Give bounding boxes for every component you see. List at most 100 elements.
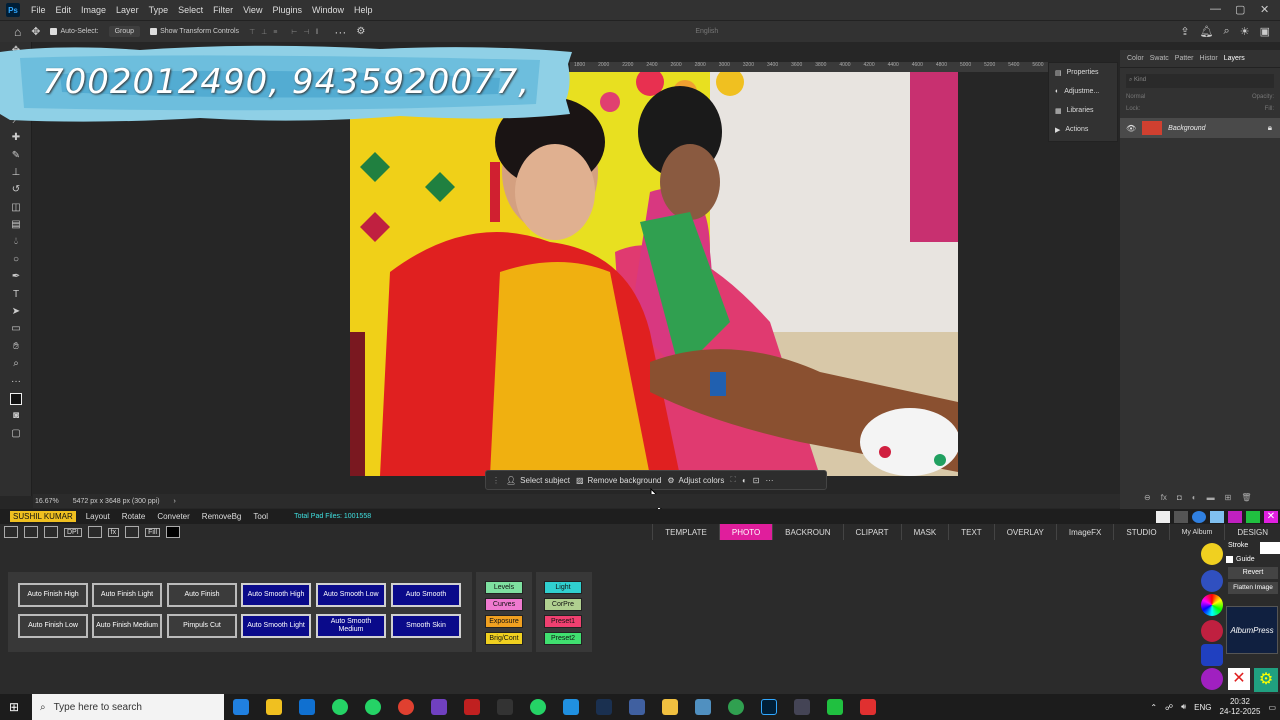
brush-circle-icon[interactable] — [1201, 668, 1223, 690]
tab-patterns[interactable]: Patter — [1172, 52, 1197, 65]
chevron-up-icon[interactable]: ⌃ — [1150, 703, 1157, 712]
auto-finish-light-button[interactable]: Auto Finish Light — [92, 583, 162, 607]
save-icon[interactable] — [125, 526, 140, 538]
mask-icon[interactable]: ⊡ — [753, 476, 760, 485]
blend-mode-dropdown[interactable]: Normal — [1126, 94, 1145, 100]
adjust-colors-button[interactable]: ⚙ Adjust colors — [667, 476, 724, 485]
drag-handle-icon[interactable]: ⋮ — [492, 476, 500, 485]
gear-icon[interactable]: ⚙ — [356, 26, 365, 37]
plugin-menu-layout[interactable]: Layout — [86, 512, 110, 521]
menu-plugins[interactable]: Plugins — [267, 5, 307, 15]
tab-layers[interactable]: Layers — [1221, 52, 1248, 65]
remove-background-button[interactable]: ▨ Remove background — [576, 476, 661, 485]
dodge-tool-icon[interactable]: ○ — [0, 251, 32, 268]
media-encoder-icon[interactable] — [496, 699, 513, 715]
auto-finish-low-button[interactable]: Auto Finish Low — [18, 614, 88, 638]
plugin-menu-converter[interactable]: Conveter — [157, 512, 189, 521]
guide-checkbox[interactable] — [1226, 556, 1233, 563]
crop-icon[interactable] — [87, 526, 102, 538]
close-x-icon[interactable]: ✕ — [1228, 668, 1250, 690]
home-icon[interactable]: ⌂ — [14, 25, 21, 39]
flatten-image-button[interactable]: Flatten Image — [1228, 582, 1278, 594]
chrome-icon[interactable] — [397, 699, 414, 715]
more-icon[interactable]: ··· — [765, 476, 773, 485]
close-icon[interactable]: ✕ — [1260, 3, 1269, 16]
store-icon[interactable] — [265, 699, 282, 715]
auto-select-checkbox[interactable]: Auto-Select: — [50, 28, 99, 35]
move-tool-icon[interactable]: ✥ — [31, 25, 40, 38]
chrome-profile-icon[interactable] — [727, 699, 744, 715]
levels-button[interactable]: Levels — [485, 581, 523, 594]
properties-panel-button[interactable]: ▤ Properties — [1049, 63, 1117, 82]
preset1-button[interactable]: Preset1 — [544, 615, 582, 628]
kind-filter[interactable]: ⌕ Kind — [1126, 74, 1274, 88]
windows-start-icon[interactable]: ⊞ — [9, 700, 19, 714]
red-app-icon[interactable] — [859, 699, 876, 715]
grid-tool-icon[interactable] — [4, 526, 18, 538]
book-icon[interactable] — [1156, 510, 1170, 523]
show-transform-checkbox[interactable]: Show Transform Controls — [150, 28, 239, 35]
maximize-icon[interactable]: ▢ — [1235, 3, 1245, 16]
tab-design[interactable]: DESIGN — [1224, 524, 1280, 540]
menu-file[interactable]: File — [26, 5, 51, 15]
language-indicator[interactable]: ENG — [1194, 703, 1211, 712]
bell-icon[interactable]: 🔔︎ — [1200, 25, 1214, 38]
remote-desktop-icon[interactable] — [628, 699, 645, 715]
libraries-panel-button[interactable]: ▦ Libraries — [1049, 101, 1117, 120]
settings-gear-icon[interactable]: ⚙ — [1254, 668, 1278, 692]
notification-icon[interactable]: ▭ — [1268, 703, 1276, 712]
auto-finish-high-button[interactable]: Auto Finish High — [18, 583, 88, 607]
tab-swatches[interactable]: Swatc — [1147, 52, 1172, 65]
align-icons[interactable]: ⊤⊥≡ ⊢⊣‖ — [249, 28, 324, 36]
auto-smooth-high-button[interactable]: Auto Smooth High — [241, 583, 311, 607]
tab-studio[interactable]: STUDIO — [1113, 524, 1168, 540]
history-brush-icon[interactable]: ↺ — [0, 181, 32, 198]
square-icon[interactable] — [1228, 510, 1242, 523]
vscode-icon[interactable] — [562, 699, 579, 715]
folder-icon[interactable]: ▬ — [1207, 493, 1215, 502]
layers-icon[interactable] — [44, 526, 58, 538]
healing-tool-icon[interactable]: ✚ — [0, 129, 32, 146]
share-icon[interactable]: ⇪ — [1180, 25, 1189, 38]
menu-help[interactable]: Help — [349, 5, 378, 15]
curves-button[interactable]: Curves — [485, 598, 523, 611]
outlook-icon[interactable] — [298, 699, 315, 715]
select-subject-button[interactable]: 👤︎ Select subject — [506, 476, 570, 485]
green-app-icon[interactable] — [826, 699, 843, 715]
star-icon[interactable] — [1201, 644, 1223, 666]
taskbar-search[interactable]: ⌕ Type here to search — [32, 694, 224, 720]
menu-view[interactable]: View — [238, 5, 267, 15]
stroke-label[interactable]: Stroke — [1228, 542, 1248, 549]
status-arrow-icon[interactable]: › — [174, 498, 176, 505]
workspace-icon[interactable]: ▣ — [1260, 25, 1270, 38]
auto-smooth-light-button[interactable]: Auto Smooth Light — [241, 614, 311, 638]
foreground-color-icon[interactable] — [0, 390, 32, 407]
zoom-level[interactable]: 16.67% — [35, 498, 59, 505]
whatsapp-web-icon[interactable] — [529, 699, 546, 715]
new-layer-icon[interactable]: ⊞ — [1225, 493, 1232, 502]
color-wheel-icon[interactable] — [1201, 594, 1223, 616]
notepad-icon[interactable] — [694, 699, 711, 715]
type-tool-icon[interactable]: T — [0, 285, 32, 302]
auto-smooth-medium-button[interactable]: Auto Smooth Medium — [316, 614, 386, 638]
shape-tool-icon[interactable]: ▭ — [0, 320, 32, 337]
actions-panel-button[interactable]: ▶ Actions — [1049, 120, 1117, 139]
fx-button[interactable]: fx — [107, 527, 120, 537]
preset2-button[interactable]: Preset2 — [544, 632, 582, 645]
group-dropdown[interactable]: Group — [108, 26, 141, 37]
menu-edit[interactable]: Edit — [51, 5, 77, 15]
adjustment-layer-icon[interactable]: ◐ — [1192, 493, 1197, 502]
light-preset-button[interactable]: Light — [544, 581, 582, 594]
fx-icon[interactable]: fx — [1161, 493, 1167, 502]
whatsapp-icon[interactable] — [331, 699, 348, 715]
eraser-tool-icon[interactable]: ◫ — [0, 199, 32, 216]
minimize-panel-icon[interactable] — [1246, 510, 1260, 523]
tab-history[interactable]: Histor — [1196, 52, 1220, 65]
path-select-icon[interactable]: ➤ — [0, 303, 32, 320]
tab-mask[interactable]: MASK — [900, 524, 949, 540]
browser-icon[interactable] — [1192, 510, 1206, 523]
zoom-tool-icon[interactable]: ⌕ — [0, 355, 32, 372]
corpre-button[interactable]: CorPre — [544, 598, 582, 611]
blur-tool-icon[interactable]: 💧︎ — [0, 233, 32, 250]
search-icon[interactable]: ⌕ — [1224, 25, 1230, 38]
